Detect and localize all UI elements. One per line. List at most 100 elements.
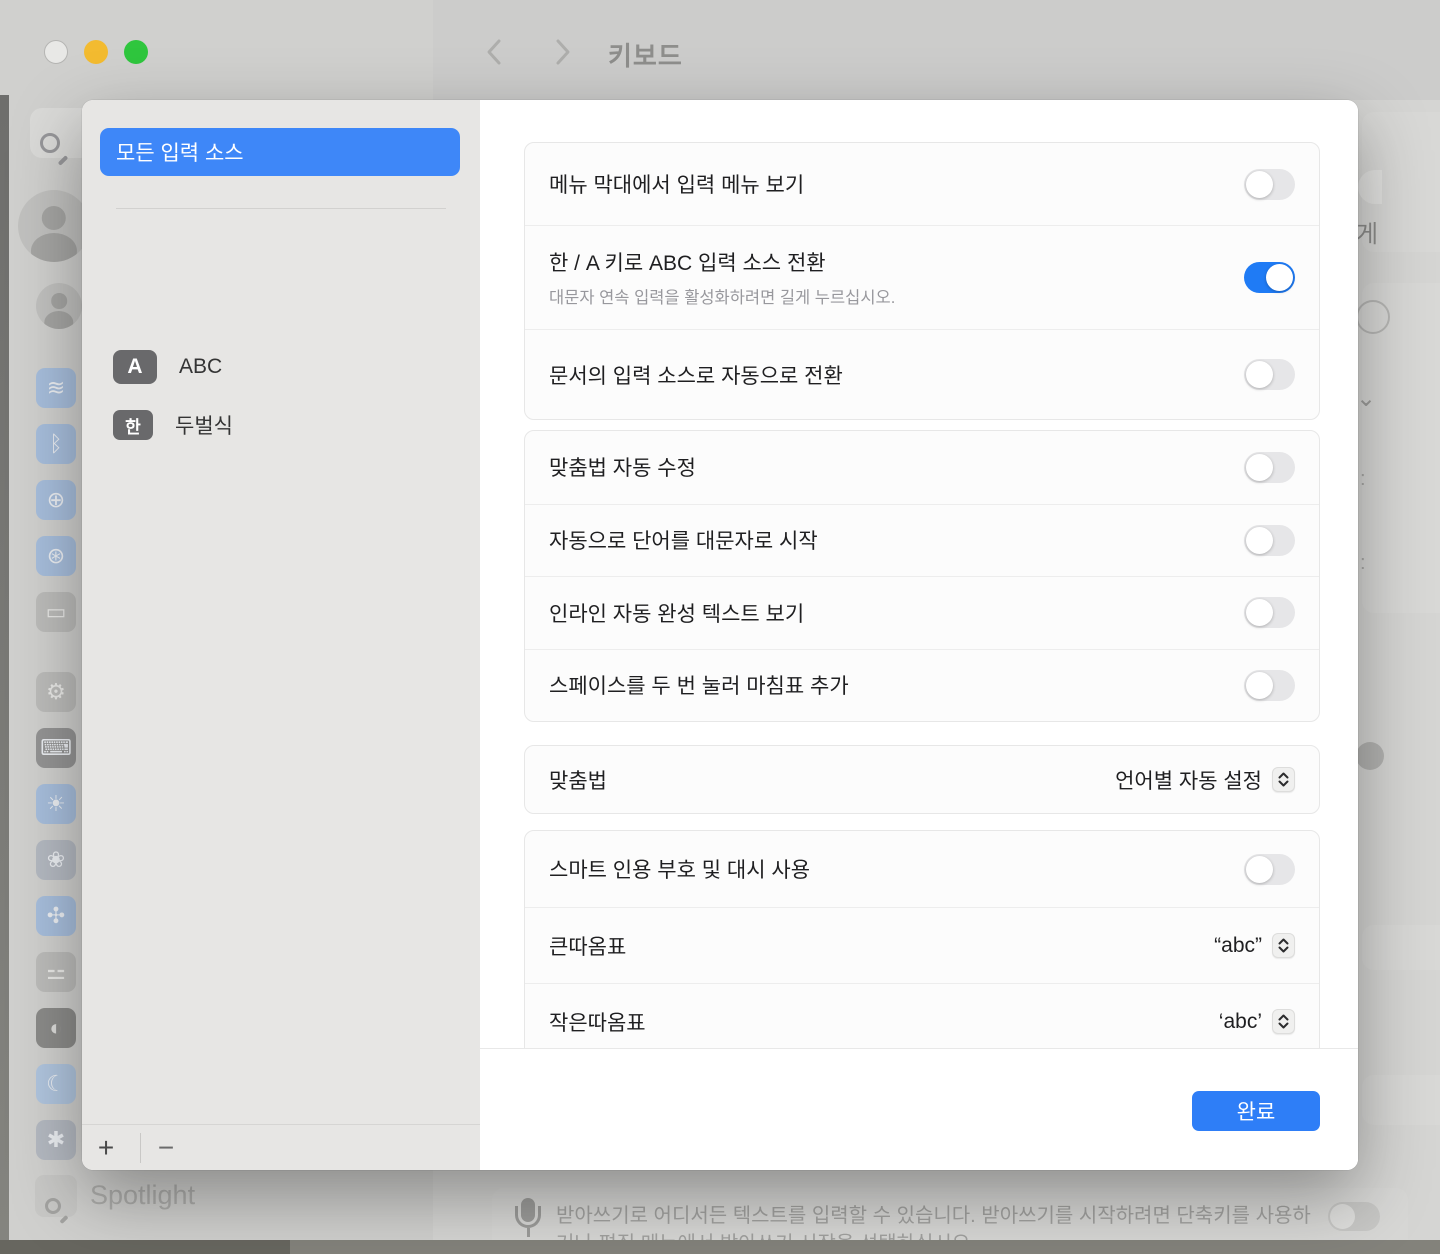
gear-icon[interactable]: ⚙	[36, 672, 76, 712]
smart-quotes-toggle[interactable]	[1244, 854, 1295, 885]
show-input-menu-toggle[interactable]	[1244, 169, 1295, 200]
stepper-icon	[1272, 933, 1295, 958]
setting-label: 작은따옴표	[549, 1007, 646, 1037]
dialog-scroll-area[interactable]: 메뉴 막대에서 입력 메뉴 보기 한 / A 키로 ABC 입력 소스 전환 대…	[480, 100, 1358, 1048]
settings-group-text-correction: 맞춤법 자동 수정 자동으로 단어를 대문자로 시작 인라인 자동 완성 텍스트…	[524, 430, 1320, 722]
setting-row: 자동으로 단어를 대문자로 시작	[525, 504, 1319, 577]
setting-label: 스페이스를 두 번 눌러 마침표 추가	[549, 670, 849, 700]
setting-row: 큰따옴표 “abc”	[525, 907, 1319, 983]
input-sources-dialog: 모든 입력 소스 A ABC 한 두벌식 + −	[82, 100, 1358, 1170]
dialog-content: 메뉴 막대에서 입력 메뉴 보기 한 / A 키로 ABC 입력 소스 전환 대…	[480, 100, 1358, 1170]
double-quote-value: “abc”	[1214, 934, 1262, 958]
passwords-glyph: ✱	[47, 1129, 65, 1151]
setting-label: 큰따옴표	[549, 931, 626, 961]
sidebar-item-all-input-sources[interactable]: 모든 입력 소스	[100, 128, 460, 176]
add-input-source-button[interactable]: +	[84, 1125, 128, 1170]
screen-saver-glyph: ☾	[46, 1073, 66, 1095]
sidebar-item-abc[interactable]: A ABC	[82, 345, 480, 389]
settings-group-smart-quotes: 스마트 인용 부호 및 대시 사용 큰따옴표 “abc” 작은따	[524, 830, 1320, 1048]
background-chevron-fragment: ⌄	[1356, 384, 1376, 413]
setting-row: 맞춤법 자동 수정	[525, 431, 1319, 504]
close-button[interactable]	[44, 40, 68, 64]
wifi-glyph: ≋	[47, 377, 65, 399]
passwords-icon[interactable]: ✱	[36, 1120, 76, 1160]
background-dot-fragment: :	[1360, 552, 1366, 566]
accessibility-icon[interactable]: ✣	[36, 896, 76, 936]
background-text-fragment: 게	[1356, 214, 1378, 249]
bluetooth-icon[interactable]: ᛒ	[36, 424, 76, 464]
sidebar-bottom-bar: + −	[82, 1124, 480, 1170]
autocorrect-spelling-toggle[interactable]	[1244, 452, 1295, 483]
battery-glyph: ▭	[46, 601, 67, 623]
single-quote-select[interactable]: ‘abc’	[1219, 1009, 1295, 1034]
dialog-sidebar: 모든 입력 소스 A ABC 한 두벌식 + −	[82, 100, 480, 1170]
setting-label: 자동으로 단어를 대문자로 시작	[549, 525, 818, 555]
dialog-footer: 완료	[480, 1048, 1358, 1170]
wifi-icon[interactable]: ≋	[36, 368, 76, 408]
appearance-glyph: ◐	[49, 1017, 62, 1039]
battery-icon[interactable]: ▭	[36, 592, 76, 632]
back-chevron-icon[interactable]	[484, 38, 504, 66]
family-avatar	[36, 283, 82, 329]
settings-group-input-menu: 메뉴 막대에서 입력 메뉴 보기 한 / A 키로 ABC 입력 소스 전환 대…	[524, 142, 1320, 420]
setting-row: 인라인 자동 완성 텍스트 보기	[525, 576, 1319, 649]
auto-switch-document-toggle[interactable]	[1244, 359, 1295, 390]
sidebar-item-label: 모든 입력 소스	[116, 137, 244, 167]
zoom-button[interactable]	[124, 40, 148, 64]
spelling-select[interactable]: 언어별 자동 설정	[1115, 765, 1295, 795]
appearance-icon[interactable]: ◐	[36, 1008, 76, 1048]
microphone-icon	[512, 1198, 544, 1244]
double-space-period-toggle[interactable]	[1244, 670, 1295, 701]
global-input-glyph: ⊛	[47, 545, 65, 567]
background-card-fragment	[1362, 925, 1440, 970]
keyboard-glyph: ⌨	[40, 737, 72, 759]
setting-row: 작은따옴표 ‘abc’	[525, 983, 1319, 1048]
setting-label: 메뉴 막대에서 입력 메뉴 보기	[549, 169, 804, 199]
global-input-icon[interactable]: ⊛	[36, 536, 76, 576]
network-icon[interactable]: ⊕	[36, 480, 76, 520]
forward-chevron-icon[interactable]	[553, 38, 573, 66]
button-separator	[140, 1133, 141, 1163]
minimize-button[interactable]	[84, 40, 108, 64]
wallpaper-icon[interactable]: ❀	[36, 840, 76, 880]
input-source-label: ABC	[179, 355, 222, 379]
double-quote-select[interactable]: “abc”	[1214, 933, 1295, 958]
gear-glyph: ⚙	[46, 681, 66, 703]
setting-row: 한 / A 키로 ABC 입력 소스 전환 대문자 연속 입력을 활성화하려면 …	[525, 225, 1319, 329]
background-dot-fragment: :	[1360, 468, 1366, 482]
screen-saver-icon[interactable]: ☾	[36, 1064, 76, 1104]
single-quote-value: ‘abc’	[1219, 1010, 1262, 1034]
spotlight-icon[interactable]	[35, 1175, 77, 1217]
setting-label: 맞춤법	[549, 765, 607, 795]
auto-capitalize-toggle[interactable]	[1244, 525, 1295, 556]
setting-row: 메뉴 막대에서 입력 메뉴 보기	[525, 143, 1319, 225]
input-source-label: 두벌식	[175, 410, 233, 440]
displays-icon[interactable]: ☀	[36, 784, 76, 824]
han-a-key-switch-toggle[interactable]	[1244, 262, 1295, 293]
background-knob-fragment	[1356, 742, 1384, 770]
setting-label: 인라인 자동 완성 텍스트 보기	[549, 598, 804, 628]
user-avatar	[18, 190, 90, 262]
spotlight-label: Spotlight	[90, 1180, 195, 1211]
setting-row: 문서의 입력 소스로 자동으로 전환	[525, 329, 1319, 419]
remove-input-source-button[interactable]: −	[144, 1125, 188, 1170]
keyboard-icon[interactable]: ⌨	[36, 728, 76, 768]
inline-predictions-toggle[interactable]	[1244, 597, 1295, 628]
setting-row: 스마트 인용 부호 및 대시 사용	[525, 831, 1319, 907]
stepper-icon	[1272, 767, 1295, 792]
control-center-icon[interactable]: ⚍	[36, 952, 76, 992]
accessibility-glyph: ✣	[47, 905, 65, 927]
done-button[interactable]: 완료	[1192, 1091, 1320, 1131]
setting-label: 문서의 입력 소스로 자동으로 전환	[549, 360, 843, 390]
page-title: 키보드	[608, 36, 683, 73]
setting-row: 스페이스를 두 번 눌러 마침표 추가	[525, 649, 1319, 722]
screen: 키보드 ≋ ᛒ ⊕ ⊛ ▭ ⚙ ⌨ ☀ ❀ ✣ ⚍ ◐ ☾ ✱ Spotligh…	[0, 0, 1440, 1254]
displays-glyph: ☀	[46, 793, 66, 815]
setting-subtitle: 대문자 연속 입력을 활성화하려면 길게 누르십시오.	[549, 284, 895, 308]
sidebar-item-dubeolsik[interactable]: 한 두벌식	[82, 403, 480, 447]
spelling-select-value: 언어별 자동 설정	[1115, 765, 1262, 795]
desktop-edge	[0, 95, 9, 1243]
dictation-toggle[interactable]	[1328, 1202, 1380, 1231]
setting-label: 스마트 인용 부호 및 대시 사용	[549, 854, 810, 884]
stepper-icon	[1272, 1009, 1295, 1034]
